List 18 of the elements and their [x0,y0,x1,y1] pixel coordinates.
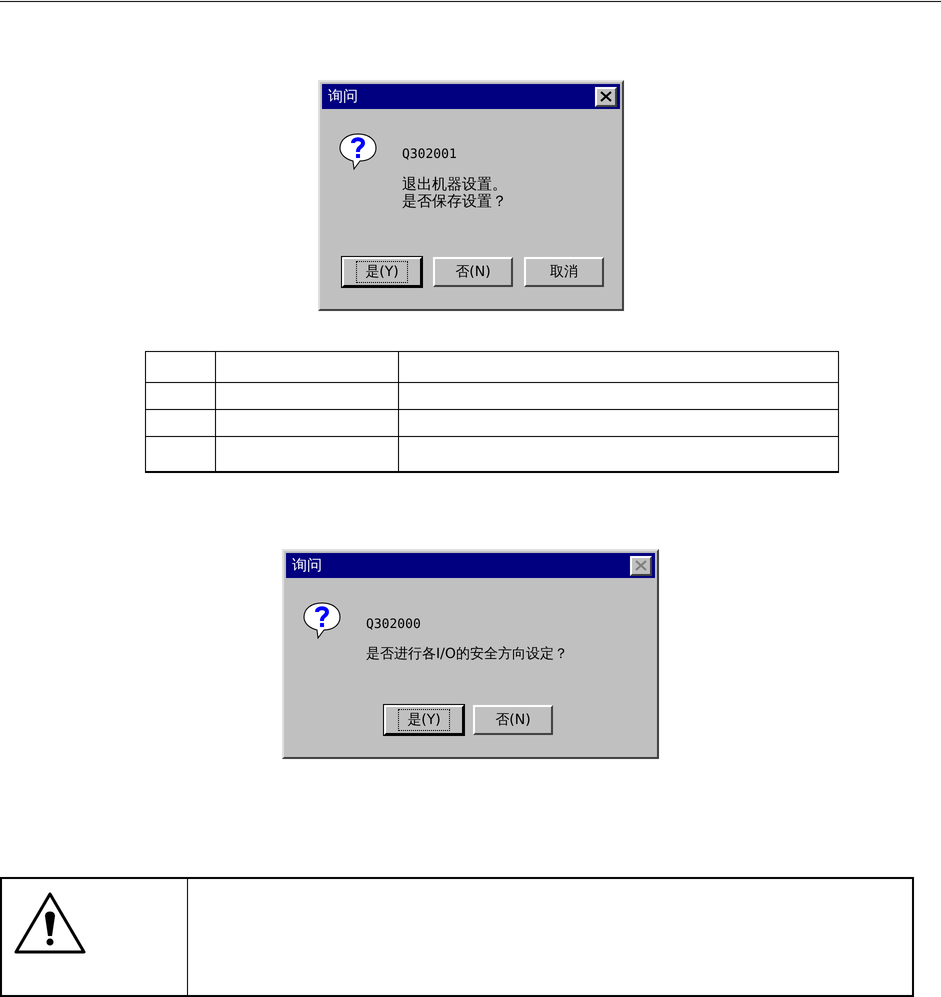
message-code: Q302000 [366,617,422,632]
dialog-button[interactable]: 是(Y) [342,257,422,287]
dialog-button[interactable]: 否(N) [473,705,553,735]
window-title: 询问 [328,87,358,106]
question-icon [302,600,342,640]
message-code: Q302001 [402,147,458,162]
close-button[interactable] [595,86,617,106]
message-text: 是否进行各I/O的安全方向设定？ [366,646,568,663]
message-text: 是否保存设置？ [402,193,507,210]
window-title: 询问 [292,556,322,575]
dialog-button[interactable]: 取消 [524,257,604,287]
message-text: 退出机器设置。 [402,176,507,193]
close-icon [635,560,647,571]
dialog-button[interactable]: 是(Y) [384,705,464,735]
warning-icon [14,891,86,955]
dialog-button[interactable]: 否(N) [433,257,513,287]
question-icon [338,131,378,171]
close-icon [600,91,612,102]
